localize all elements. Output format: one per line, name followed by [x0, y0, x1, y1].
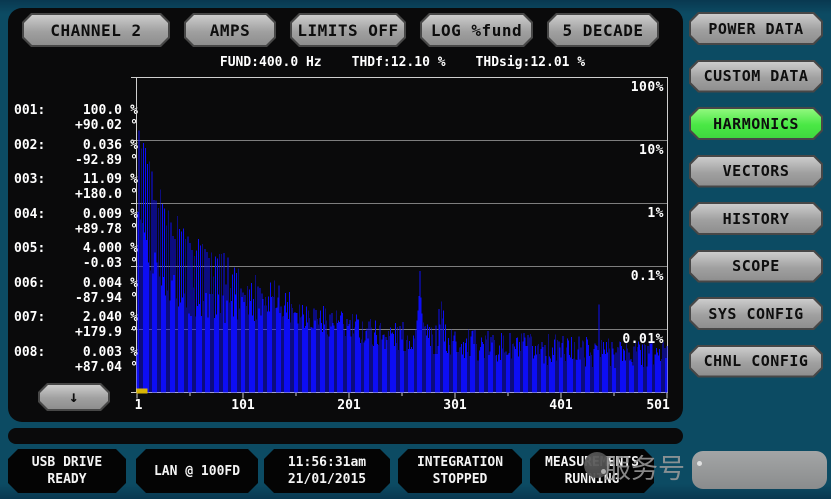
harmonic-row-5: 005:4.000% -0.03° [14, 241, 138, 271]
harmonic-magnitude: 4.000 [50, 241, 122, 256]
harmonic-magnitude: 0.009 [50, 207, 122, 222]
harmonic-phase: +90.02 [14, 118, 122, 133]
down-arrow-icon: ↓ [69, 389, 79, 405]
decade-button[interactable]: 5 DECADE [547, 13, 659, 47]
harmonic-phase: -0.03 [14, 256, 122, 271]
harmonic-magnitude: 0.003 [50, 345, 122, 360]
harmonic-value-list: 001:100.0% +90.02° 002:0.036% -92.89° 00… [14, 103, 138, 375]
units-button[interactable]: AMPS [184, 13, 276, 47]
units-label: AMPS [210, 21, 251, 40]
harmonic-index: 003: [14, 172, 50, 187]
harmonic-magnitude: 100.0 [50, 103, 122, 118]
status-time: 11:56:31am [288, 454, 366, 471]
sidebar-item-harmonics[interactable]: HARMONICS [689, 107, 823, 140]
harmonic-row-4: 004:0.009% +89.78° [14, 207, 138, 237]
sidebar-label: VECTORS [723, 162, 790, 180]
instrument-screen: CHANNEL 2 AMPS LIMITS OFF LOG %fund 5 DE… [0, 0, 831, 499]
harmonic-phase: -92.89 [14, 153, 122, 168]
harmonic-row-8: 008:0.003% +87.04° [14, 345, 138, 375]
status-integration-line2: STOPPED [433, 471, 488, 488]
harmonic-magnitude: 11.09 [50, 172, 122, 187]
sidebar-label: POWER DATA [708, 20, 803, 38]
status-lan: LAN @ 100FD [136, 449, 258, 493]
top-toolbar: CHANNEL 2 AMPS LIMITS OFF LOG %fund 5 DE… [22, 13, 659, 47]
harmonic-row-6: 006:0.004% -87.94° [14, 276, 138, 306]
harmonic-index: 002: [14, 138, 50, 153]
sidebar-item-scope[interactable]: SCOPE [689, 250, 823, 283]
channel-select-label: CHANNEL 2 [50, 21, 141, 40]
x-tick-label: 1 [135, 398, 143, 413]
thdsig-value: THDsig:12.01 % [476, 55, 586, 70]
harmonic-index: 005: [14, 241, 50, 256]
thdf-value: THDf:12.10 % [352, 55, 446, 70]
harmonic-magnitude: 0.036 [50, 138, 122, 153]
x-tick-label: 201 [337, 398, 360, 413]
harmonic-magnitude: 2.040 [50, 310, 122, 325]
status-usb-line2: READY [47, 471, 86, 488]
harmonic-row-3: 003:11.09% +180.0° [14, 172, 138, 202]
scale-mode-button[interactable]: LOG %fund [420, 13, 533, 47]
harmonics-spectrum-plot [124, 77, 672, 407]
y-tick-label: 0.01% [622, 332, 664, 347]
sidebar-menu: POWER DATA CUSTOM DATA HARMONICS VECTORS… [689, 12, 823, 392]
measurement-header: FUND:400.0 Hz THDf:12.10 % THDsig:12.01 … [130, 55, 675, 70]
main-display-panel: CHANNEL 2 AMPS LIMITS OFF LOG %fund 5 DE… [8, 8, 683, 422]
scroll-down-button[interactable]: ↓ [38, 383, 110, 411]
sidebar-label: HARMONICS [713, 115, 799, 133]
status-lan-line1: LAN @ 100FD [154, 463, 240, 480]
sidebar-label: HISTORY [723, 210, 790, 228]
x-tick-label: 301 [443, 398, 466, 413]
decade-label: 5 DECADE [562, 21, 643, 40]
x-tick-label: 501 [646, 398, 669, 413]
limits-label: LIMITS OFF [297, 21, 398, 40]
x-tick-label: 101 [231, 398, 254, 413]
harmonic-index: 007: [14, 310, 50, 325]
status-integration: INTEGRATION STOPPED [398, 449, 522, 493]
status-date: 21/01/2015 [288, 471, 366, 488]
sidebar-item-vectors[interactable]: VECTORS [689, 155, 823, 188]
harmonics-chart: 100% 10% 1% 0.1% 0.01% 1 101 201 301 401 501 [124, 77, 672, 422]
harmonic-phase: +89.78 [14, 222, 122, 237]
harmonic-row-1: 001:100.0% +90.02° [14, 103, 138, 133]
harmonic-index: 006: [14, 276, 50, 291]
status-clock: 11:56:31am 21/01/2015 [264, 449, 390, 493]
sidebar-item-history[interactable]: HISTORY [689, 202, 823, 235]
sidebar-item-custom-data[interactable]: CUSTOM DATA [689, 60, 823, 93]
limits-button[interactable]: LIMITS OFF [290, 13, 406, 47]
watermark-dot-icon [697, 461, 702, 466]
status-integration-line1: INTEGRATION [417, 454, 503, 471]
harmonic-index: 001: [14, 103, 50, 118]
harmonic-phase: +179.9 [14, 325, 122, 340]
harmonic-row-7: 007:2.040% +179.9° [14, 310, 138, 340]
sidebar-label: CUSTOM DATA [704, 67, 809, 85]
sidebar-label: SYS CONFIG [708, 305, 803, 323]
scale-mode-label: LOG %fund [431, 21, 522, 40]
sidebar-label: SCOPE [732, 257, 780, 275]
harmonic-phase: +180.0 [14, 187, 122, 202]
harmonic-phase: +87.04 [14, 360, 122, 375]
channel-select-button[interactable]: CHANNEL 2 [22, 13, 170, 47]
sidebar-item-chnl-config[interactable]: CHNL CONFIG [689, 345, 823, 378]
y-tick-label: 10% [639, 143, 664, 158]
y-tick-label: 0.1% [631, 269, 664, 284]
watermark-block [692, 451, 827, 489]
fund-frequency-value: FUND:400.0 Hz [220, 55, 322, 70]
sidebar-label: CHNL CONFIG [704, 352, 809, 370]
y-tick-label: 1% [647, 206, 664, 221]
y-tick-label: 100% [631, 80, 664, 95]
watermark-text: 服务号 [604, 447, 685, 486]
harmonic-index: 008: [14, 345, 50, 360]
sidebar-item-sys-config[interactable]: SYS CONFIG [689, 297, 823, 330]
x-tick-label: 401 [549, 398, 572, 413]
harmonic-magnitude: 0.004 [50, 276, 122, 291]
status-usb: USB DRIVE READY [8, 449, 126, 493]
harmonic-phase: -87.94 [14, 291, 122, 306]
separator-bar [8, 428, 683, 444]
harmonic-row-2: 002:0.036% -92.89° [14, 138, 138, 168]
harmonic-index: 004: [14, 207, 50, 222]
sidebar-item-power-data[interactable]: POWER DATA [689, 12, 823, 45]
status-usb-line1: USB DRIVE [32, 454, 102, 471]
